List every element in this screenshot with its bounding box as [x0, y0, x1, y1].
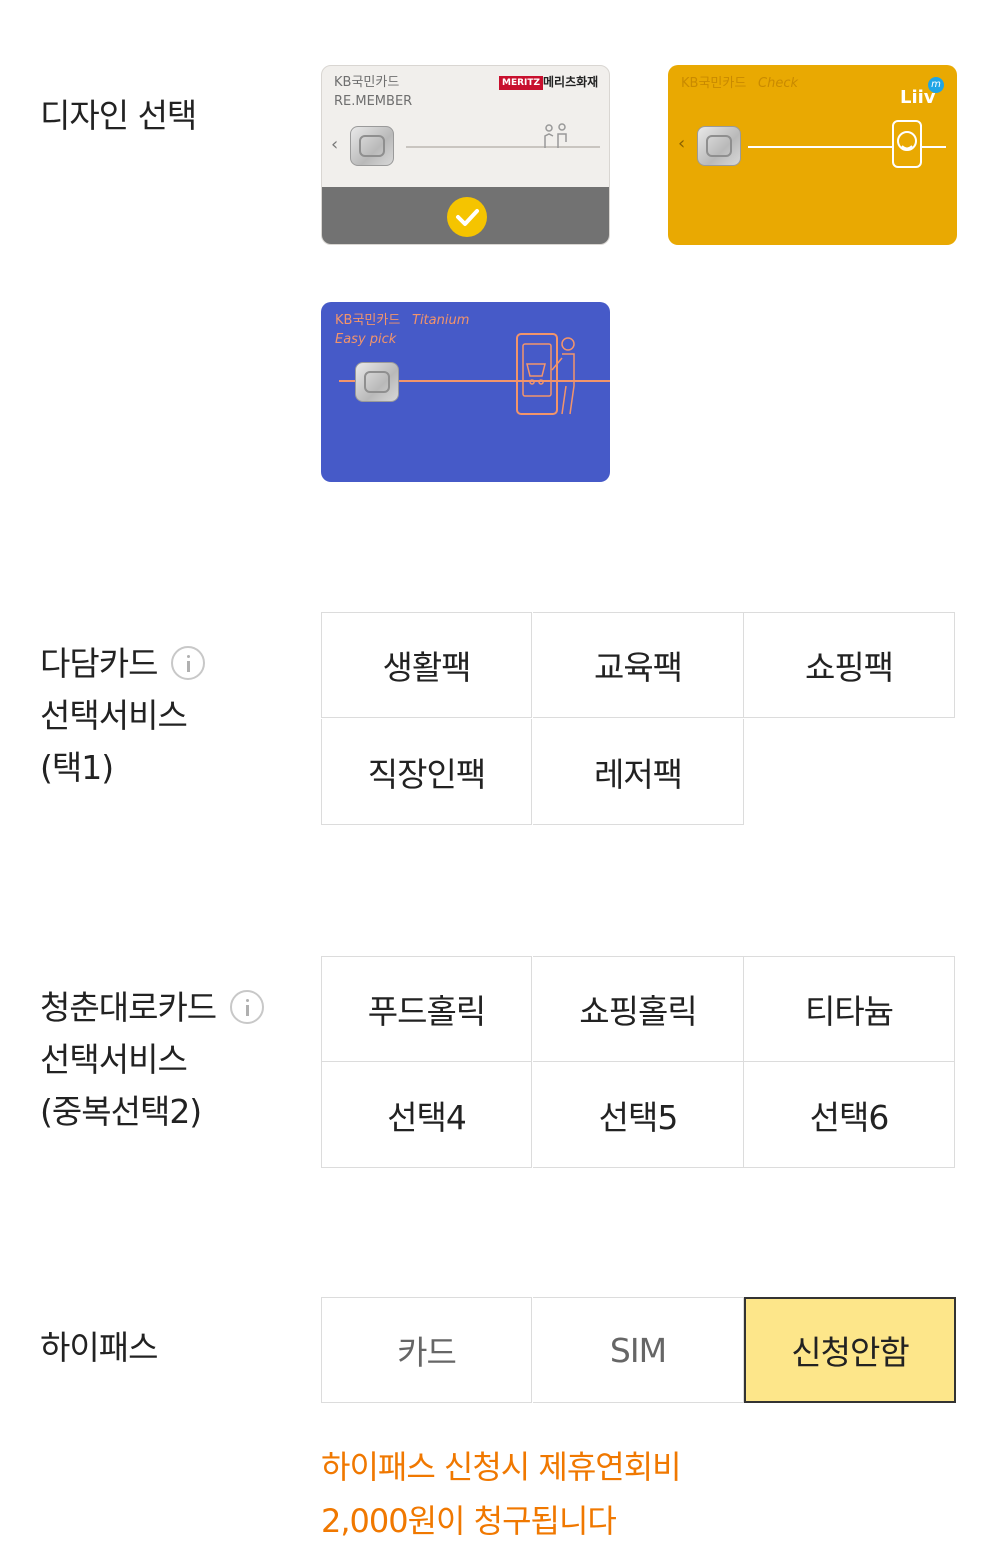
- hipass-option-card[interactable]: 카드: [321, 1297, 532, 1403]
- youth-options-grid: 푸드홀릭 쇼핑홀릭 티타늄 선택4 선택5 선택6: [321, 956, 957, 1168]
- youth-label-line2: 선택서비스: [40, 1040, 188, 1079]
- option-titanium[interactable]: 티타늄: [744, 956, 955, 1062]
- chip-icon: [697, 126, 741, 166]
- hipass-fee-notice: 하이패스 신청시 제휴연회비 2,000원이 청구됩니다: [321, 1440, 682, 1548]
- option-living-pack[interactable]: 생활팩: [321, 612, 532, 718]
- option-education-pack[interactable]: 교육팩: [533, 612, 744, 718]
- check-circle-icon: [447, 197, 487, 237]
- people-icon: [544, 123, 567, 148]
- card-design-liiv-check[interactable]: KB국민카드 Check Liiv m ‹: [668, 65, 957, 245]
- option-leisure-pack[interactable]: 레저팩: [533, 719, 744, 825]
- hipass-option-none[interactable]: 신청안함: [744, 1297, 956, 1403]
- chevron-left-icon: ‹: [331, 134, 339, 155]
- info-icon[interactable]: [171, 645, 206, 680]
- dadam-label-line3: (택1): [40, 748, 114, 787]
- option-choice-5[interactable]: 선택5: [533, 1062, 744, 1168]
- hipass-option-sim[interactable]: SIM: [533, 1297, 744, 1403]
- shopping-kiosk-icon: [516, 333, 575, 415]
- card-name-text: RE.MEMBER: [334, 94, 413, 109]
- youth-label-line1: 청춘대로카드: [40, 988, 217, 1027]
- liiv-logo: Liiv: [900, 87, 936, 108]
- option-choice-4[interactable]: 선택4: [321, 1062, 532, 1168]
- option-shoppingholic[interactable]: 쇼핑홀릭: [533, 956, 744, 1062]
- dadam-label-line1: 다담카드: [40, 644, 158, 683]
- option-foodholic[interactable]: 푸드홀릭: [321, 956, 532, 1062]
- card-design-remember[interactable]: KB국민카드 RE.MEMBER MERITZ 메리츠화재 ‹: [321, 65, 610, 245]
- chip-icon: [350, 126, 394, 166]
- notice-line1: 하이패스 신청시 제휴연회비: [321, 1448, 682, 1486]
- liiv-m-badge-icon: m: [928, 77, 944, 93]
- option-choice-6[interactable]: 선택6: [744, 1062, 955, 1168]
- notice-line2: 2,000원이 청구됩니다: [321, 1502, 617, 1540]
- card-name-text: Check: [758, 76, 798, 91]
- card-subname-text: Easy pick: [335, 332, 397, 347]
- hipass-options: 카드 SIM 신청안함: [321, 1297, 957, 1403]
- design-label: 디자인 선택: [40, 96, 197, 135]
- card-design-titanium-easypick[interactable]: KB국민카드 Titanium Easy pick: [321, 302, 610, 482]
- meritz-logo: MERITZ: [499, 76, 544, 90]
- youth-label: 청춘대로카드 선택서비스 (중복선택2): [40, 982, 265, 1138]
- hipass-label: 하이패스: [40, 1328, 158, 1367]
- card-brand-text: KB국민카드: [335, 313, 401, 328]
- option-shopping-pack[interactable]: 쇼핑팩: [744, 612, 955, 718]
- youth-label-line3: (중복선택2): [40, 1092, 202, 1131]
- phone-face-icon: [892, 120, 922, 168]
- dadam-label-line2: 선택서비스: [40, 696, 188, 735]
- dadam-options-grid: 생활팩 교육팩 쇼핑팩 직장인팩 레저팩: [321, 612, 955, 825]
- chip-icon: [355, 362, 399, 402]
- chevron-left-icon: ‹: [678, 133, 686, 154]
- dadam-label: 다담카드 선택서비스 (택1): [40, 638, 206, 794]
- card-brand-text: KB국민카드: [334, 75, 400, 90]
- option-worker-pack[interactable]: 직장인팩: [321, 719, 532, 825]
- info-icon[interactable]: [230, 989, 265, 1024]
- partner-text: 메리츠화재: [543, 75, 599, 89]
- card-brand-text: KB국민카드: [681, 76, 747, 91]
- card-name-text: Titanium: [412, 313, 470, 328]
